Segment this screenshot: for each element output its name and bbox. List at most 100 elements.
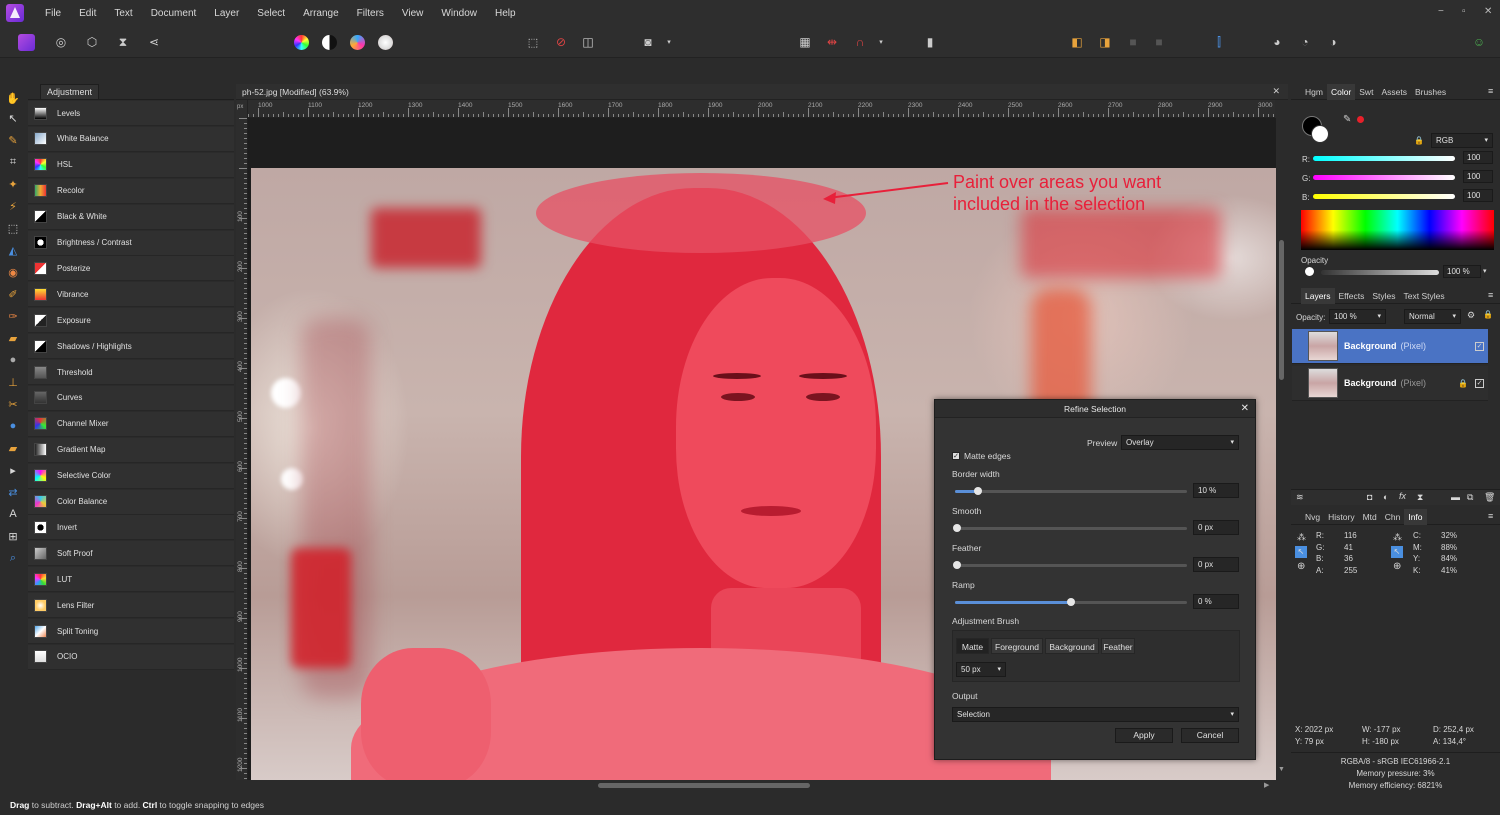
chevron-down-icon[interactable]: ▾ <box>1483 267 1487 275</box>
scroll-right-icon[interactable]: ▶ <box>1264 781 1269 789</box>
ramp-field[interactable]: 0 % <box>1193 594 1239 609</box>
menu-help[interactable]: Help <box>486 8 525 19</box>
menu-layer[interactable]: Layer <box>205 8 248 19</box>
tab-effects[interactable]: Effects <box>1335 288 1369 304</box>
pointer-sampler-icon[interactable]: ↖ <box>1295 546 1307 558</box>
matte-edges-checkbox[interactable]: ✓ <box>952 452 960 460</box>
pen-tool-icon[interactable]: ▸ <box>5 462 21 478</box>
adjustment-item-levels[interactable]: Levels <box>28 101 234 126</box>
horizontal-scrollbar[interactable]: ▶ <box>248 780 1276 792</box>
erase-brush-tool-icon[interactable]: ▰ <box>5 330 21 346</box>
align-icon[interactable]: ⫿ <box>1210 33 1228 51</box>
flood-fill-tool-icon[interactable]: ◭ <box>5 242 21 258</box>
ramp-slider[interactable] <box>955 598 1187 606</box>
snapping-magnet-icon[interactable]: ∩ <box>851 33 869 51</box>
brush-mode-feather[interactable]: Feather <box>1101 638 1135 654</box>
tab-mtd[interactable]: Mtd <box>1359 509 1381 525</box>
cancel-button[interactable]: Cancel <box>1181 728 1239 743</box>
layer-opacity-select[interactable]: 100 % ▾ <box>1329 309 1386 324</box>
dodge-tool-icon[interactable]: ● <box>5 352 21 368</box>
ramp-knob[interactable] <box>1067 598 1075 606</box>
smooth-field[interactable]: 0 px <box>1193 520 1239 535</box>
tab-layers[interactable]: Layers <box>1301 287 1335 304</box>
group-folder-icon[interactable]: ▬ <box>1451 492 1460 502</box>
close-document-button[interactable]: ✕ <box>1272 86 1280 97</box>
menu-arrange[interactable]: Arrange <box>294 8 348 19</box>
adjustment-item-shadows-highlights[interactable]: Shadows / Highlights <box>28 334 234 360</box>
apply-button[interactable]: Apply <box>1115 728 1173 743</box>
adjustment-item-channel-mixer[interactable]: Channel Mixer <box>28 411 234 437</box>
snapping-icon[interactable]: ⇹ <box>823 33 841 51</box>
layers-stack-icon[interactable]: ≋ <box>1296 492 1304 503</box>
menu-edit[interactable]: Edit <box>70 8 105 19</box>
menu-filters[interactable]: Filters <box>348 8 393 19</box>
tab-assets[interactable]: Assets <box>1377 84 1411 100</box>
smooth-knob[interactable] <box>953 524 961 532</box>
adjustment-item-posterize[interactable]: Posterize <box>28 256 234 282</box>
add-pixel-layer-icon[interactable]: ⧉ <box>1467 492 1473 503</box>
secondary-color-swatch[interactable] <box>1311 125 1329 143</box>
blur-tool-icon[interactable]: ● <box>5 418 21 434</box>
tab-swt[interactable]: Swt <box>1355 84 1377 100</box>
text-tool-icon[interactable]: A <box>5 506 21 522</box>
adjustment-item-black-white[interactable]: Black & White <box>28 204 234 230</box>
adjustment-item-ocio[interactable]: OCIO <box>28 644 234 670</box>
adjustment-item-brightness-contrast[interactable]: Brightness / Contrast <box>28 230 234 256</box>
menu-window[interactable]: Window <box>432 8 486 19</box>
menu-view[interactable]: View <box>393 8 433 19</box>
menu-document[interactable]: Document <box>142 8 206 19</box>
brush-mode-background[interactable]: Background <box>1045 638 1099 654</box>
border-width-slider[interactable] <box>955 487 1187 495</box>
quick-mask-icon[interactable]: ◙ <box>639 33 657 51</box>
grid-snapping-icon[interactable]: ▦ <box>796 33 814 51</box>
adjustment-item-vibrance[interactable]: Vibrance <box>28 282 234 308</box>
liquify-persona-icon[interactable]: ◎ <box>52 33 70 51</box>
g-slider[interactable] <box>1313 175 1455 180</box>
lock-icon[interactable]: 🔒 <box>1483 310 1493 319</box>
selection-brush-tool-icon[interactable]: ✦ <box>5 176 21 192</box>
boolean-intersect-icon[interactable]: ◑ <box>1324 33 1342 51</box>
mask-layer-icon[interactable]: ◘ <box>1367 492 1372 502</box>
fx-icon[interactable]: fx <box>1399 491 1406 501</box>
brush-mode-foreground[interactable]: Foreground <box>991 638 1043 654</box>
adjustment-item-lens-filter[interactable]: Lens Filter <box>28 593 234 619</box>
feather-slider[interactable] <box>953 561 1187 569</box>
vertical-scroll-thumb[interactable] <box>1279 240 1284 380</box>
tab-nvg[interactable]: Nvg <box>1301 509 1324 525</box>
refine-close-icon[interactable]: ✕ <box>1241 400 1249 418</box>
lock-icon[interactable]: 🔒 <box>1414 136 1424 145</box>
horizontal-ruler[interactable]: 1000 1100 1200 1300 1400 1500 1600 1700 1800 1900… <box>248 100 1275 118</box>
vertical-scrollbar[interactable]: ▼ <box>1276 118 1288 780</box>
horizontal-scroll-thumb[interactable] <box>598 783 810 788</box>
tone-mapping-persona-icon[interactable]: ⧗ <box>114 33 132 51</box>
zoom-tool-icon[interactable]: ⌕ <box>5 550 21 566</box>
tab-adjustment[interactable]: Adjustment <box>40 84 100 99</box>
tab-color[interactable]: Color <box>1326 83 1356 100</box>
crop-tool-icon[interactable]: ⌗ <box>5 154 21 170</box>
snapping-dropdown-icon[interactable]: ▾ <box>872 33 890 51</box>
boolean-subtract-icon[interactable]: ◔ <box>1296 33 1314 51</box>
auto-colors-icon[interactable] <box>350 35 365 50</box>
restore-button[interactable]: ▫ <box>1462 6 1466 17</box>
adjustment-item-hsl[interactable]: HSL <box>28 152 234 178</box>
border-width-field[interactable]: 10 % <box>1193 483 1239 498</box>
menu-file[interactable]: File <box>36 8 70 19</box>
feather-field[interactable]: 0 px <box>1193 557 1239 572</box>
close-window-button[interactable]: ✕ <box>1484 6 1492 17</box>
user-account-icon[interactable]: ☺ <box>1470 33 1488 51</box>
g-field[interactable]: 100 <box>1463 170 1493 183</box>
scroll-down-icon[interactable]: ▼ <box>1278 766 1285 773</box>
adjustment-layer-icon[interactable]: ◐ <box>1383 492 1388 502</box>
adjustment-item-invert[interactable]: Invert <box>28 515 234 541</box>
select-all-icon[interactable]: ⬚ <box>524 33 542 51</box>
opacity-slider[interactable] <box>1321 270 1439 275</box>
b-slider[interactable] <box>1313 194 1455 199</box>
adjustment-item-threshold[interactable]: Threshold <box>28 360 234 385</box>
invert-selection-icon[interactable]: ◫ <box>579 33 597 51</box>
color-model-select[interactable]: RGB ▾ <box>1431 133 1493 148</box>
tab-brushes[interactable]: Brushes <box>1411 84 1450 100</box>
move-tool-icon[interactable]: ↖ <box>5 110 21 126</box>
tab-info[interactable]: Info <box>1404 508 1427 525</box>
brush-mode-matte[interactable]: Matte <box>956 638 989 654</box>
adjustment-item-lut[interactable]: LUT <box>28 567 234 593</box>
